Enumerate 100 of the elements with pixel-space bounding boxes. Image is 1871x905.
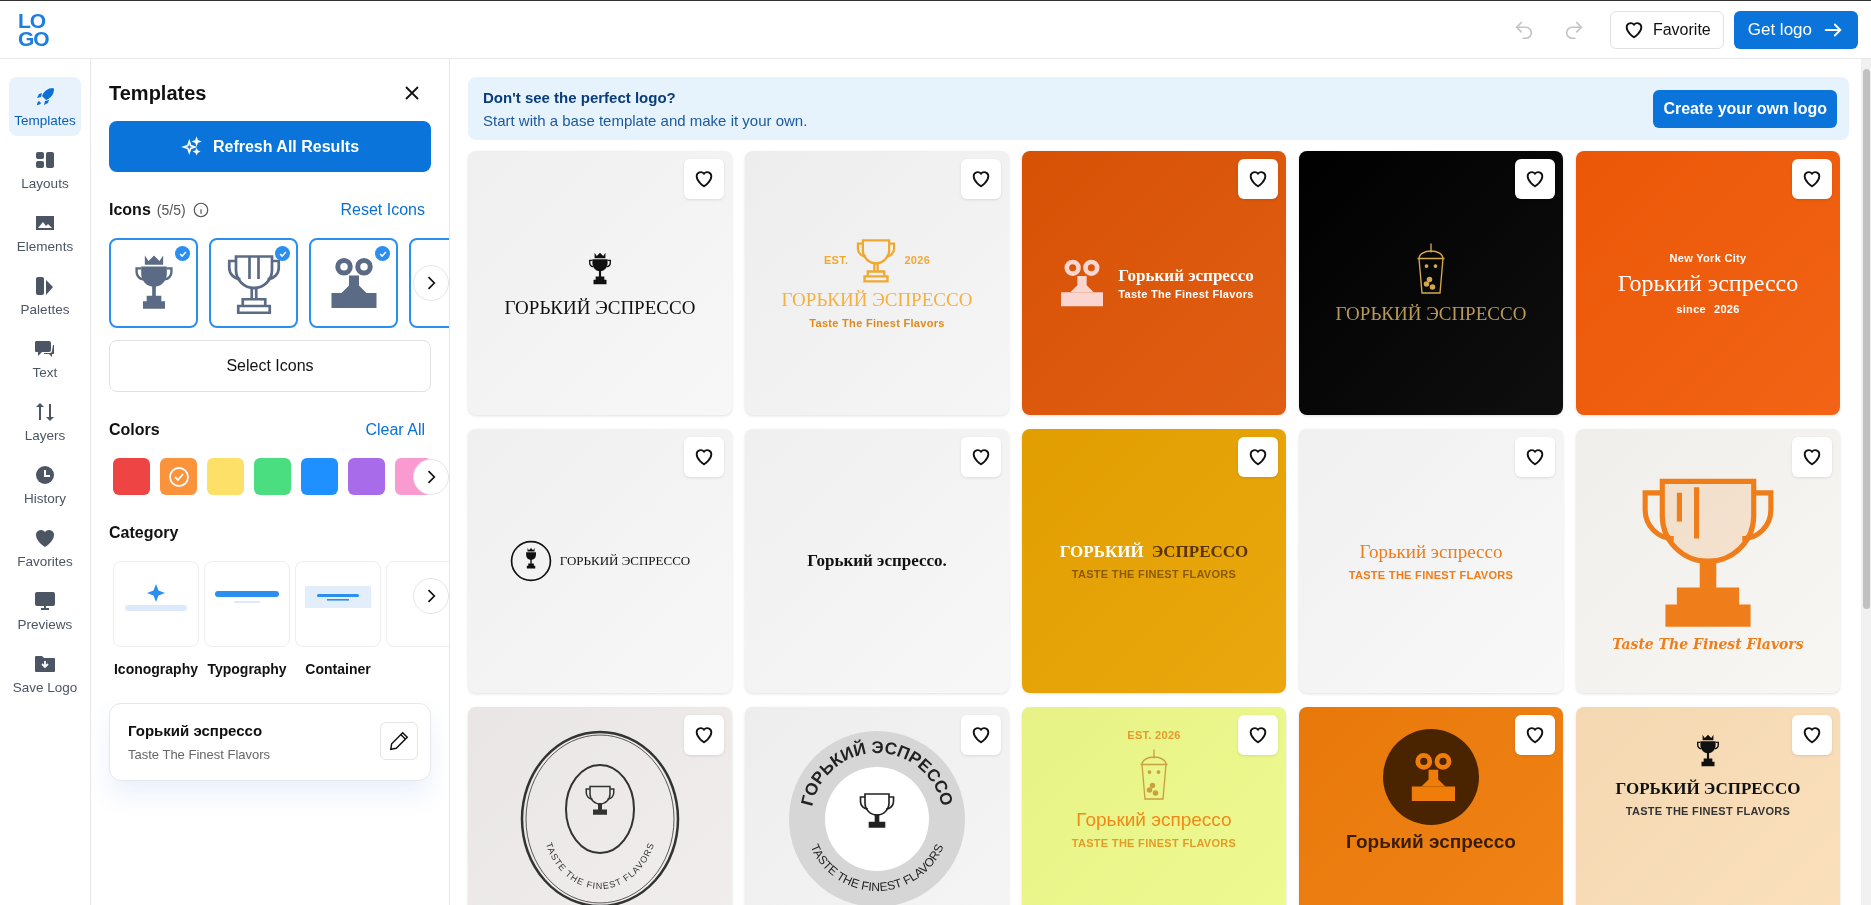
clock-icon [33, 463, 57, 487]
logo-text: ГОРЬКИЙ ЭСПРЕССО [781, 289, 973, 311]
sidebar-item[interactable]: Save Logo [9, 644, 81, 703]
info-icon[interactable] [191, 201, 210, 219]
logo-text: New York City [1669, 251, 1747, 264]
logo-text: ГОРЬКИЙ [1059, 542, 1144, 562]
logo-text: Горький эспрессо. [807, 551, 947, 571]
favorite-button[interactable] [1515, 437, 1555, 477]
favorite-button[interactable] [961, 715, 1001, 755]
heart-icon [970, 446, 992, 468]
color-swatch[interactable] [113, 458, 150, 495]
icon-tile[interactable] [209, 238, 298, 328]
color-swatch[interactable] [207, 458, 244, 495]
favorite-button[interactable] [1792, 437, 1832, 477]
heart-icon [693, 446, 715, 468]
logo-text: Taste The Finest Flavors [1612, 636, 1804, 652]
refresh-button[interactable]: Refresh All Results [109, 121, 431, 172]
color-swatch[interactable] [160, 458, 197, 495]
iconography-icon [123, 582, 189, 612]
favorite-button[interactable] [1515, 159, 1555, 199]
check-icon [275, 246, 290, 261]
logo-template-card[interactable]: Горький эспрессо [1299, 707, 1563, 905]
favorite-button[interactable] [1792, 715, 1832, 755]
category-label: Typography [207, 661, 287, 677]
favorite-button[interactable] [961, 159, 1001, 199]
logo-template-card[interactable]: ГОРЬКИЙ ЭСПРЕССО [468, 429, 732, 693]
select-icons-button[interactable]: Select Icons [109, 340, 431, 392]
color-swatch[interactable] [254, 458, 291, 495]
pencil-icon [388, 730, 410, 752]
category-tile[interactable] [204, 561, 290, 647]
get-logo-button[interactable]: Get logo [1733, 10, 1858, 49]
logo-template-card[interactable]: Горький эспрессо. [745, 429, 1009, 693]
logo-text: Taste The Finest Flavors [809, 317, 945, 329]
icon-tile[interactable] [309, 238, 398, 328]
create-logo-button[interactable]: Create your own logo [1653, 89, 1837, 128]
heart-icon [1247, 446, 1269, 468]
heart-icon [970, 168, 992, 190]
favorite-button[interactable] [961, 437, 1001, 477]
heart-icon [1801, 446, 1823, 468]
favorite-button[interactable] [684, 437, 724, 477]
sparkles-icon [180, 135, 203, 158]
heart-icon [1801, 724, 1823, 746]
sidebar-item[interactable]: History [9, 455, 81, 514]
favorite-button[interactable] [684, 159, 724, 199]
favorite-button[interactable] [1238, 715, 1278, 755]
logo-template-card[interactable]: ГОРЬКИЙ ЭСПРЕССО TASTE THE FINEST FLAVORS [1576, 707, 1840, 905]
sidebar-item[interactable]: Templates [9, 77, 81, 136]
favorite-button[interactable] [1792, 159, 1832, 199]
category-tile[interactable] [113, 561, 199, 647]
logo-template-card[interactable]: ГОРЬКИЙ ЭСПРЕССО [468, 151, 732, 415]
icon-tile[interactable] [109, 238, 198, 328]
reset-icons-link[interactable]: Reset Icons [340, 201, 425, 219]
clear-all-link[interactable]: Clear All [365, 421, 425, 439]
sidebar-item[interactable]: Layers [9, 392, 81, 451]
logo-template-card[interactable]: ГОРЬКИЙ ЭСПРЕССО [1299, 151, 1563, 415]
icons-heading: Icons [109, 201, 151, 219]
logo-text: Горький эспрессо [1359, 541, 1503, 563]
logo-text: 2026 [904, 254, 931, 266]
banner-subtitle: Start with a base template and make it your own. [483, 111, 808, 129]
check-icon [375, 246, 390, 261]
category-tile[interactable] [295, 561, 381, 647]
favorite-button[interactable]: Favorite [1609, 10, 1724, 49]
sidebar-item[interactable]: Palettes [9, 266, 81, 325]
logo-text: TASTE THE FINEST FLAVORS [1071, 568, 1237, 580]
logo-text: ГОРЬКИЙ ЭСПРЕССО [504, 297, 696, 319]
logo-template-card[interactable]: Горький эспрессо Taste The Finest Flavors [1022, 151, 1286, 415]
scrollbar[interactable] [1861, 59, 1871, 905]
category-label: Iconography [114, 661, 198, 677]
logo-text: Taste The Finest Flavors [1118, 288, 1254, 300]
icons-count: (5/5) [156, 202, 186, 218]
panel-title: Templates [109, 81, 207, 105]
logo-text: ЭСПРЕССО [1151, 542, 1249, 562]
color-swatch[interactable] [348, 458, 385, 495]
logo-template-card[interactable]: ГОРЬКИЙ ЭСПРЕССО TASTE THE FINEST FLAVORS [1022, 429, 1286, 693]
heart-icon [970, 724, 992, 746]
sidebar-item[interactable]: Elements [9, 203, 81, 262]
heart-icon [1247, 724, 1269, 746]
sidebar-item[interactable]: Previews [9, 581, 81, 640]
logo-name-text: Горький эспрессо [128, 722, 264, 739]
favorite-button[interactable] [1238, 437, 1278, 477]
typography-icon [214, 589, 280, 605]
logo-text: TASTE THE FINEST FLAVORS [1071, 837, 1237, 849]
colors-heading: Colors [109, 421, 160, 439]
logo-text: Горький эспрессо [1076, 809, 1232, 831]
sidebar-item[interactable]: Layouts [9, 140, 81, 199]
sidebar-item[interactable]: Favorites [9, 518, 81, 577]
heart-icon [1524, 446, 1546, 468]
check-icon [175, 246, 190, 261]
favorite-button[interactable] [1515, 715, 1555, 755]
container-icon [305, 586, 371, 608]
favorite-button[interactable] [684, 715, 724, 755]
category-heading: Category [109, 524, 179, 542]
logo-text: EST. 2026 [1127, 729, 1181, 741]
heart-icon [1524, 168, 1546, 190]
app-logo[interactable]: LO GO [18, 12, 49, 47]
tagline-text: Taste The Finest Flavors [128, 747, 271, 762]
color-swatch[interactable] [301, 458, 338, 495]
edit-button[interactable] [380, 722, 418, 760]
favorite-button[interactable] [1238, 159, 1278, 199]
sidebar-item[interactable]: Text [9, 329, 81, 388]
